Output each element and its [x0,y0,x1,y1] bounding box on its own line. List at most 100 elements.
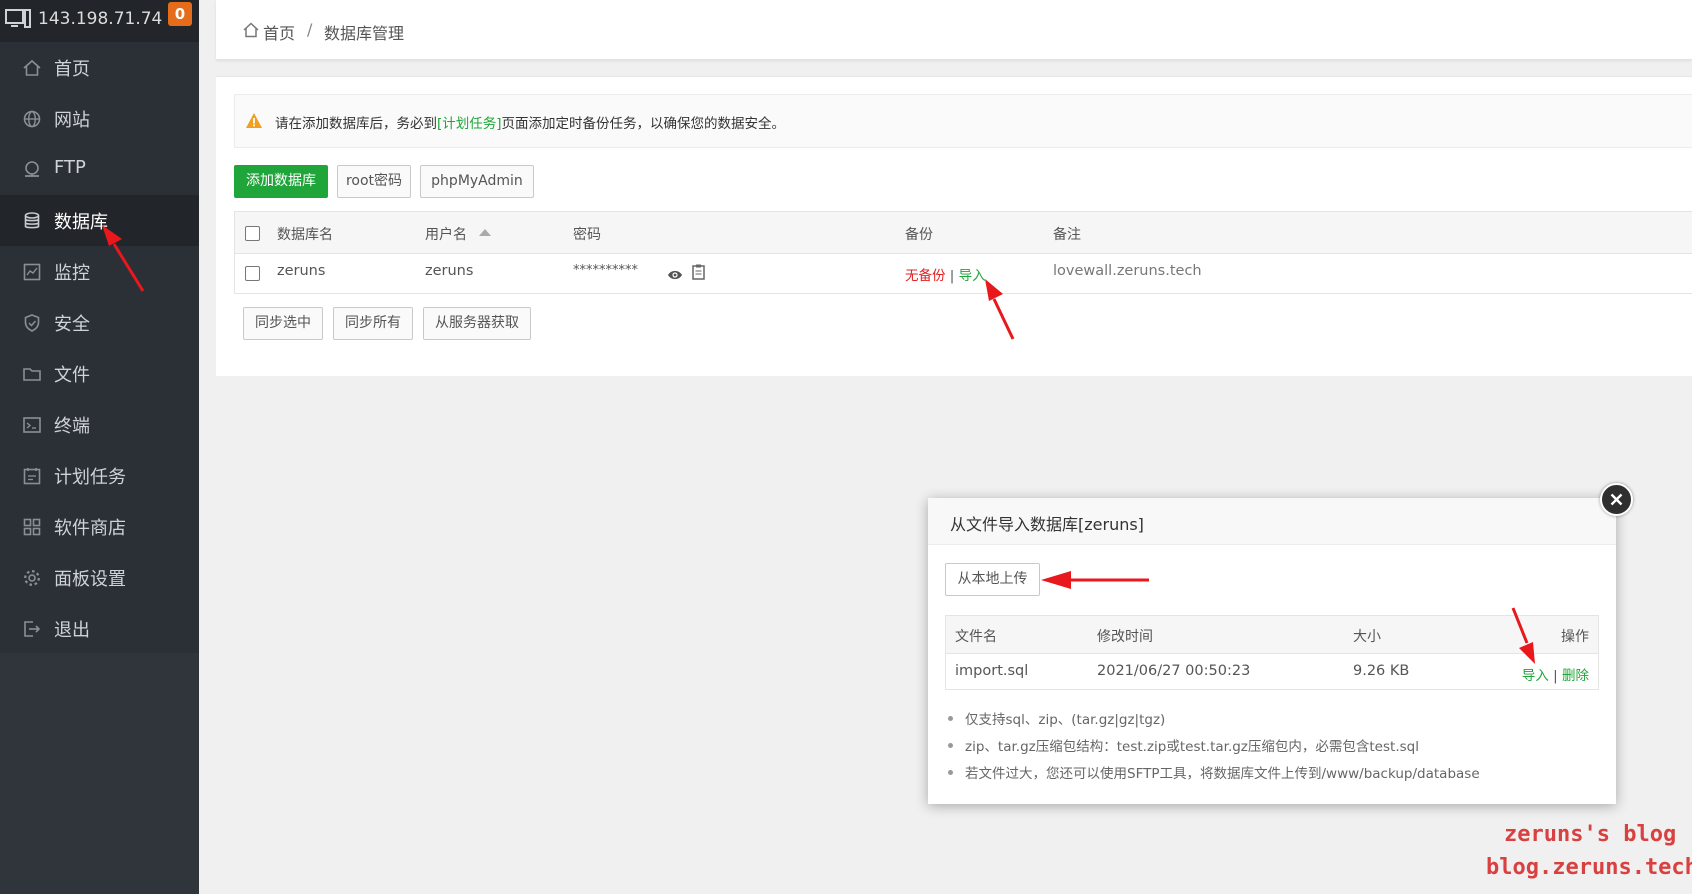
sidebar-item-cron[interactable]: 计划任务 [0,450,199,501]
file-name: import.sql [955,663,1029,679]
file-import-link[interactable]: 导入 [1522,668,1549,684]
sync-all-button[interactable]: 同步所有 [333,307,413,340]
ops-separator: | [1553,668,1558,684]
sidebar-item-label: 安全 [54,314,90,335]
sidebar-item-label: 首页 [54,59,90,80]
cron-link[interactable]: [计划任务] [437,116,502,132]
backup-separator: | [949,268,955,284]
column-ops: 操作 [1561,629,1589,645]
grid-icon [22,517,42,537]
sort-asc-icon[interactable] [479,229,491,236]
sidebar-item-label: 退出 [54,620,90,641]
breadcrumb-current: 数据库管理 [324,24,405,43]
dialog-header: 从文件导入数据库[zeruns] [928,498,1616,545]
db-remark[interactable]: lovewall.zeruns.tech [1053,263,1202,279]
column-db-name[interactable]: 数据库名 [277,224,333,244]
shield-icon [22,313,42,333]
sidebar-item-terminal[interactable]: 终端 [0,399,199,450]
sidebar-item-home[interactable]: 首页 [0,42,199,93]
sidebar-footer [0,653,199,894]
backup-cell: 无备份 | 导入 [905,264,986,284]
column-backup: 备份 [905,227,933,243]
sidebar-item-label: 数据库 [54,212,108,233]
column-username[interactable]: 用户名 [425,224,467,244]
sidebar-item-security[interactable]: 安全 [0,297,199,348]
monitor-chart-icon [22,262,42,282]
breadcrumb-home-link[interactable]: 首页 [263,20,295,44]
logout-icon [22,619,42,639]
list-item: 仅支持sql、zip、(tar.gz|gz|tgz) [945,708,1480,735]
db-password: ********** [573,263,638,278]
file-ops: 导入 | 删除 [1522,664,1589,684]
sidebar-item-logout[interactable]: 退出 [0,603,199,654]
globe-icon [22,109,42,129]
close-dialog-button[interactable] [1600,483,1633,516]
file-delete-link[interactable]: 删除 [1562,668,1589,684]
notice-suffix: 页面添加定时备份任务，以确保您的数据安全。 [501,116,786,132]
sidebar: 143.198.71.74 0 首页 网站 FTP 数据库 监控 安全 文件 终… [0,0,199,894]
database-table: 数据库名 用户名 密码 备份 备注 zeruns zeruns ********… [234,211,1692,294]
home-icon [22,58,42,78]
sidebar-item-label: 文件 [54,365,90,386]
sidebar-item-database[interactable]: 数据库 [0,195,199,246]
list-item: 若文件过大，您还可以使用SFTP工具，将数据库文件上传到/www/backup/… [945,762,1480,789]
warning-icon [245,112,263,129]
notice-prefix: 请在添加数据库后，务必到 [275,116,437,132]
sidebar-item-app-store[interactable]: 软件商店 [0,501,199,552]
table-row: import.sql 2021/06/27 00:50:23 9.26 KB 导… [946,653,1598,690]
column-password: 密码 [573,227,601,243]
db-name: zeruns [277,263,326,279]
calendar-icon [22,466,42,486]
phpmyadmin-button[interactable]: phpMyAdmin [420,165,534,198]
sidebar-item-label: 监控 [54,263,90,284]
file-table-header: 文件名 修改时间 大小 操作 [946,616,1598,654]
home-icon[interactable] [242,21,260,39]
server-monitor-icon [5,9,31,29]
backup-notice: 请在添加数据库后，务必到[计划任务]页面添加定时备份任务，以确保您的数据安全。 [234,94,1692,148]
column-size: 大小 [1353,629,1381,645]
sidebar-item-monitor[interactable]: 监控 [0,246,199,297]
file-size: 9.26 KB [1353,663,1410,679]
fetch-from-server-button[interactable]: 从服务器获取 [423,307,531,340]
copy-icon[interactable] [692,264,705,280]
db-username: zeruns [425,263,474,279]
backup-status: 无备份 [905,268,946,284]
server-ip[interactable]: 143.198.71.74 [38,9,162,29]
breadcrumb: 首页 / 数据库管理 [216,0,1692,60]
upload-local-button[interactable]: 从本地上传 [945,563,1040,596]
terminal-icon [22,415,42,435]
sidebar-item-label: 网站 [54,110,90,131]
sidebar-item-settings[interactable]: 面板设置 [0,552,199,603]
database-panel: 请在添加数据库后，务必到[计划任务]页面添加定时备份任务，以确保您的数据安全。 … [216,76,1692,376]
table-row: zeruns zeruns ********** 无备份 | 导入 lovewa… [235,253,1692,293]
watermark-line2: blog.zeruns.tech [1486,855,1692,880]
ftp-icon [22,160,42,180]
notification-badge[interactable]: 0 [168,2,192,26]
file-table: 文件名 修改时间 大小 操作 import.sql 2021/06/27 00:… [945,615,1599,690]
sidebar-item-website[interactable]: 网站 [0,93,199,144]
sync-selected-button[interactable]: 同步选中 [243,307,323,340]
import-dialog: 从文件导入数据库[zeruns] 从本地上传 文件名 修改时间 大小 操作 im… [928,498,1616,804]
column-filename: 文件名 [955,629,997,645]
eye-icon[interactable] [667,266,683,280]
list-item: zip、tar.gz压缩包结构：test.zip或test.tar.gz压缩包内… [945,735,1480,762]
table-header: 数据库名 用户名 密码 备份 备注 [235,212,1692,254]
watermark-line1: zeruns's blog [1504,822,1677,847]
notice-text: 请在添加数据库后，务必到[计划任务]页面添加定时备份任务，以确保您的数据安全。 [275,112,785,132]
sidebar-item-label: 软件商店 [54,518,126,539]
sidebar-item-ftp[interactable]: FTP [0,144,199,195]
import-link[interactable]: 导入 [959,268,986,284]
sidebar-item-label: 计划任务 [54,467,126,488]
folder-icon [22,364,42,384]
database-icon [22,211,42,231]
select-all-checkbox[interactable] [245,226,260,241]
add-database-button[interactable]: 添加数据库 [234,165,328,198]
row-checkbox[interactable] [245,266,260,281]
sidebar-item-files[interactable]: 文件 [0,348,199,399]
root-password-button[interactable]: root密码 [337,165,411,198]
dialog-title: 从文件导入数据库[zeruns] [950,515,1144,534]
breadcrumb-separator: / [307,20,313,39]
sidebar-item-label: FTP [54,157,86,178]
sidebar-item-label: 面板设置 [54,569,126,590]
sidebar-header: 143.198.71.74 0 [0,0,199,42]
